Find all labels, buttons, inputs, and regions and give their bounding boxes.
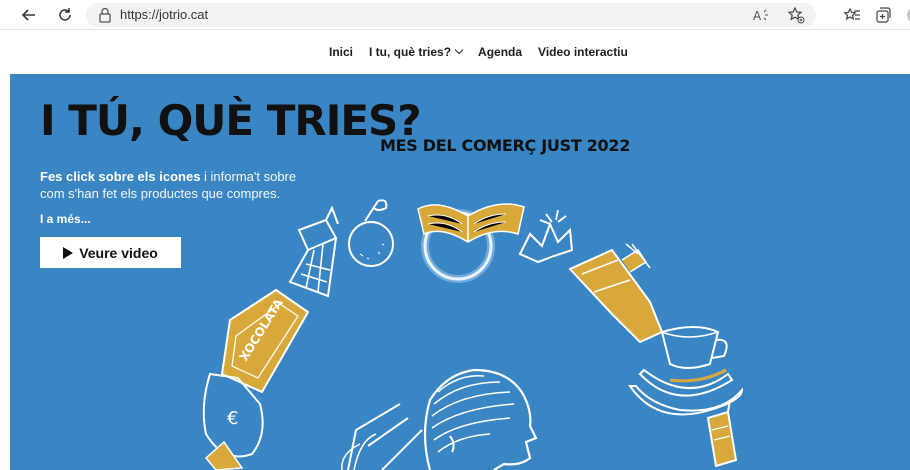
more-label: I a més... — [40, 212, 91, 226]
address-bar[interactable]: https://jotrio.cat — [86, 3, 816, 27]
nav-item-video-interactiu[interactable]: Video interactiu — [538, 45, 628, 59]
hero-intro: Fes click sobre els icones i informa't s… — [40, 168, 310, 202]
hero-title: I TÚ, QUÈ TRIES? — [40, 96, 422, 145]
read-aloud-icon[interactable]: A — [752, 5, 772, 25]
nav-item-agenda[interactable]: Agenda — [478, 45, 522, 59]
watch-video-button[interactable]: Veure video — [40, 237, 181, 268]
intro-bold: Fes click sobre els icones — [40, 169, 201, 184]
orange-icon[interactable] — [348, 199, 394, 267]
book-icon[interactable] — [417, 203, 525, 243]
favorite-add-icon[interactable] — [786, 5, 806, 25]
coffee-pot-icon[interactable] — [288, 205, 339, 298]
profile-icon[interactable] — [902, 5, 910, 25]
nav-item-inici[interactable]: Inici — [329, 45, 353, 59]
reload-icon[interactable] — [54, 4, 76, 26]
back-icon[interactable] — [18, 4, 40, 26]
main-menu: Inici I tu, què tries? Agenda Video inte… — [329, 45, 628, 59]
chevron-down-icon — [454, 45, 464, 55]
svg-text:A: A — [753, 9, 762, 22]
watch-video-label: Veure video — [79, 244, 158, 261]
banana-icon[interactable] — [628, 368, 744, 416]
nav-item-label: I tu, què tries? — [369, 45, 452, 59]
lock-icon[interactable] — [98, 7, 112, 23]
euro-symbol: € — [227, 408, 238, 429]
hero-subtitle: MES DEL COMERÇ JUST 2022 — [380, 136, 631, 155]
hero-banner: XOCOLATA € I TÚ, QUÈ TRIES? MES DEL COME… — [10, 74, 910, 470]
person-illustration — [341, 368, 538, 470]
cup-icon[interactable] — [660, 326, 728, 369]
favorites-icon[interactable] — [842, 5, 862, 25]
play-icon — [63, 246, 74, 259]
site-header: Inici I tu, què tries? Agenda Video inte… — [0, 30, 910, 74]
browser-toolbar: https://jotrio.cat A — [0, 0, 910, 30]
bottle-icon[interactable] — [568, 243, 664, 344]
url-text[interactable]: https://jotrio.cat — [120, 7, 208, 22]
plant-icon[interactable] — [518, 209, 574, 264]
collections-icon[interactable] — [873, 5, 893, 25]
nav-item-i-tu-que-tries[interactable]: I tu, què tries? — [369, 45, 464, 59]
